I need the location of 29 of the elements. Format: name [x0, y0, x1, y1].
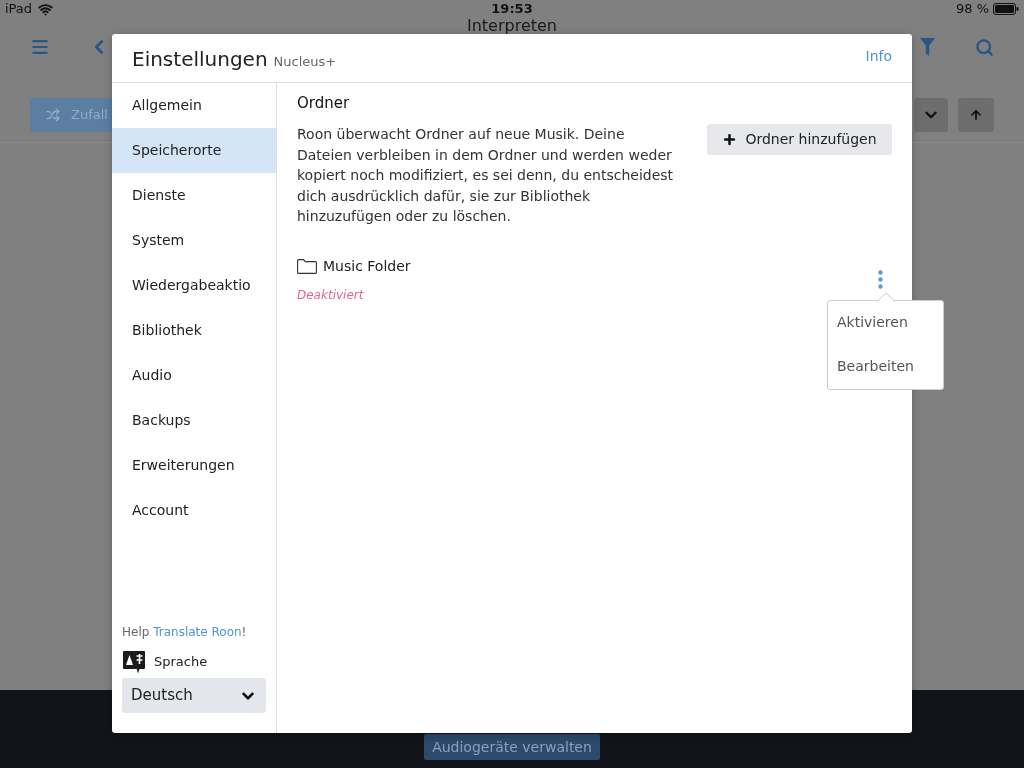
filter-icon[interactable] — [920, 38, 935, 56]
language-select[interactable]: Deutsch — [122, 678, 266, 713]
section-title: Ordner — [297, 93, 351, 113]
folder-status: Deaktiviert — [297, 286, 364, 303]
wifi-icon — [38, 1, 54, 17]
vertical-dots-icon — [877, 270, 883, 289]
shuffle-icon — [46, 108, 60, 122]
dialog-subtitle: Nucleus+ — [273, 53, 337, 71]
plus-icon — [722, 132, 738, 147]
section-description: Roon überwacht Ordner auf neue Musik. Deine Dateien verbleiben in dem Ordner und werden weder kopiert noch modifiziert, es sei denn, du entscheidest dich ausdrücklich dafür, sie zur Bibliothek hinzuzufügen oder zu löschen. — [297, 125, 675, 226]
menu-item[interactable]: Bearbeiten — [828, 344, 943, 389]
folder-name: Music Folder — [323, 257, 411, 276]
search-icon[interactable] — [975, 37, 994, 57]
battery-icon — [993, 3, 1019, 15]
scroll-up-button[interactable] — [958, 98, 994, 132]
device-name: iPad — [5, 0, 33, 18]
add-folder-button[interactable]: Ordner hinzufügen — [707, 124, 892, 155]
menu-item[interactable]: Aktivieren — [828, 300, 943, 345]
sidebar-item[interactable]: Speicherorte — [112, 128, 276, 173]
dropdown-button[interactable] — [914, 98, 948, 132]
page-title: Interpreten — [466, 18, 557, 34]
help-text: Help Translate Roon! — [122, 624, 248, 640]
language-label: Sprache — [154, 653, 208, 672]
clock: 19:53 — [491, 0, 533, 18]
dialog-title: Einstellungen — [132, 46, 268, 72]
folder-icon — [297, 259, 317, 274]
language-icon — [122, 650, 146, 674]
battery-percentage: 98 % — [955, 0, 989, 18]
menu-icon[interactable] — [30, 37, 50, 57]
